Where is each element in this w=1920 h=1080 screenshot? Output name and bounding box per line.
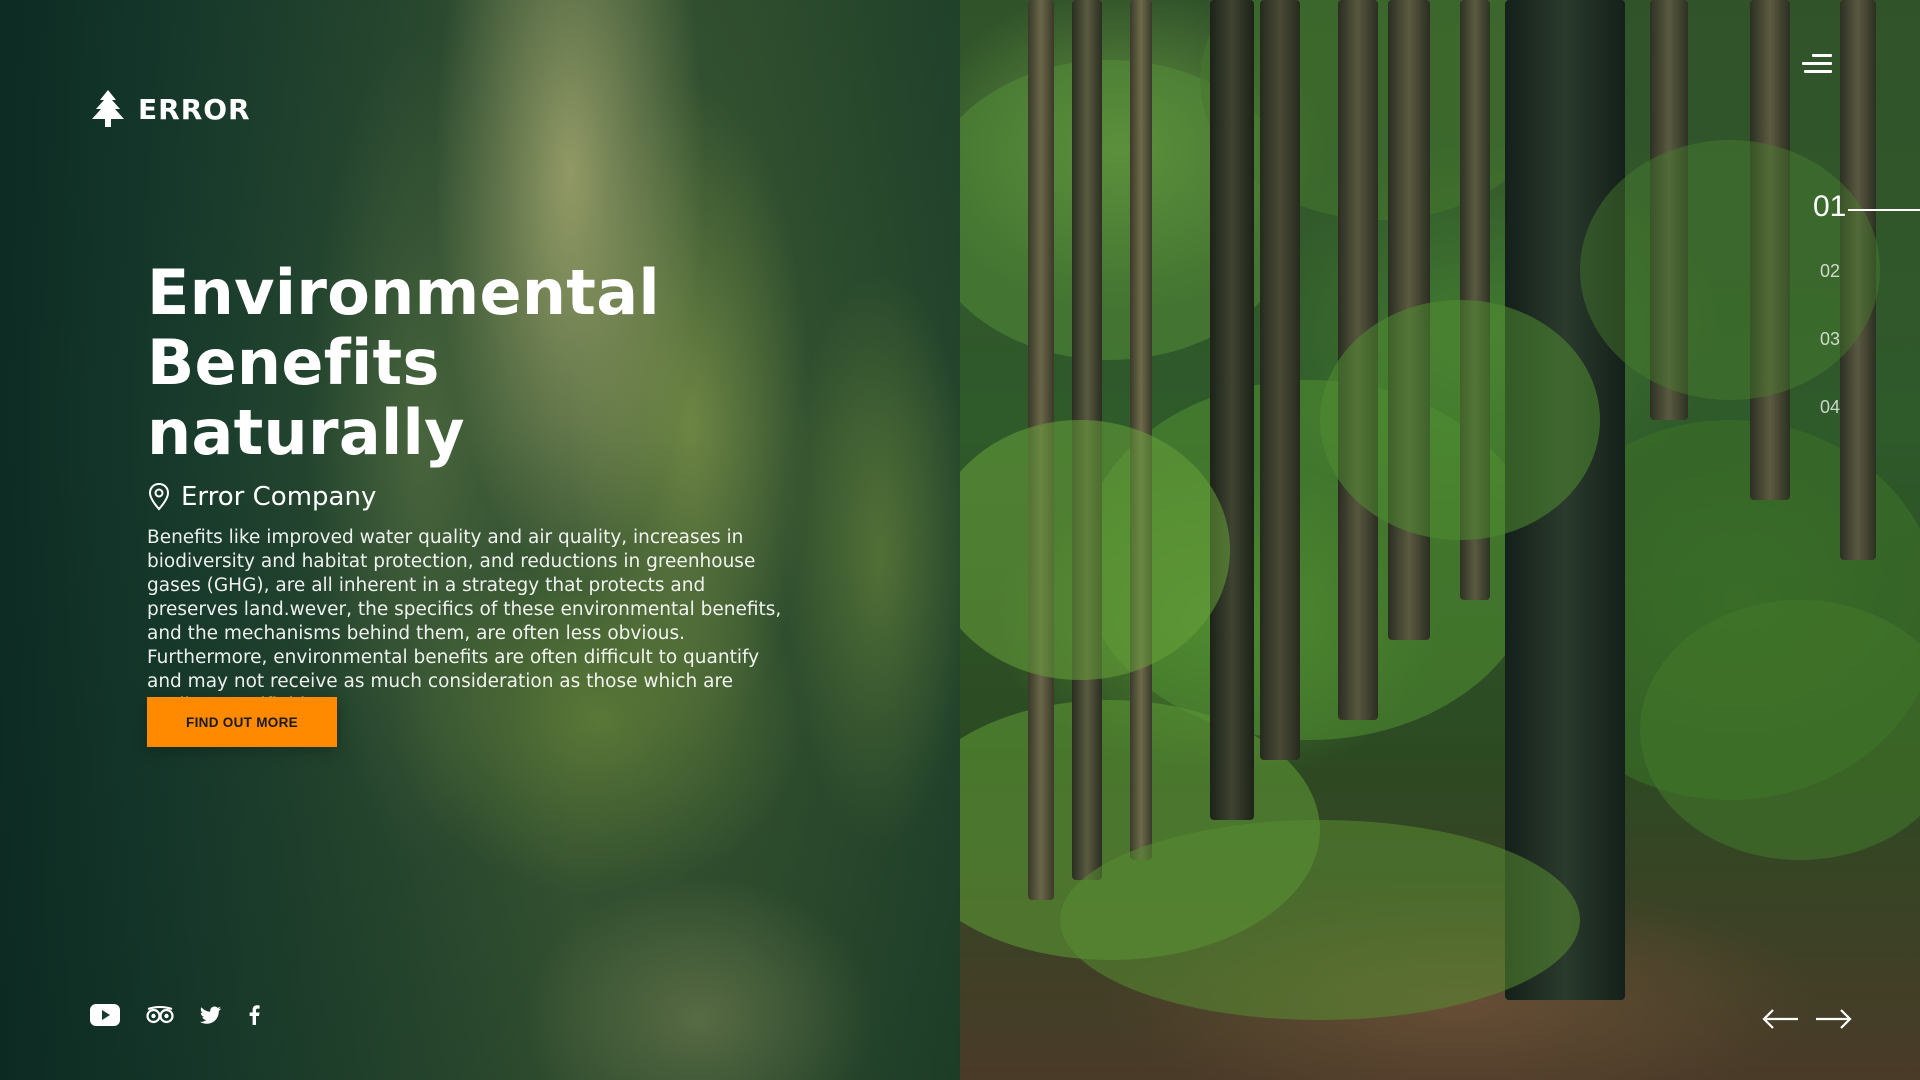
hero-title: Environmental Benefits naturally [147,258,947,468]
tripadvisor-link[interactable] [146,1006,174,1024]
location: Error Company [147,482,947,512]
slide-navigation [1760,1004,1854,1034]
social-links [90,1004,260,1026]
facebook-link[interactable] [248,1005,260,1025]
youtube-link[interactable] [90,1004,120,1026]
twitter-link[interactable] [200,1006,222,1024]
twitter-icon [200,1006,221,1024]
hero-section: Environmental Benefits naturally Error C… [147,258,947,718]
foliage [1060,820,1580,1020]
brand-logo[interactable]: ERROR [90,90,251,128]
slide-indicator-04[interactable]: 04 [1820,397,1840,418]
slide-indicator-01[interactable]: 01 [1813,190,1846,224]
tree-trunk [1260,0,1300,760]
slide-indicator-02[interactable]: 02 [1820,261,1840,282]
brand-name: ERROR [138,92,251,126]
hero-title-line-2: naturally [147,396,465,469]
location-name: Error Company [181,482,377,512]
youtube-icon [90,1004,120,1026]
pine-tree-icon [92,90,124,127]
tripadvisor-icon [146,1006,174,1024]
facebook-icon [249,1005,260,1025]
arrow-right-icon[interactable] [1814,1004,1854,1034]
active-slide-line [1848,209,1920,211]
arrow-left-icon[interactable] [1760,1004,1800,1034]
tree-trunk [1210,0,1254,820]
slide-indicator-03[interactable]: 03 [1820,329,1840,350]
map-pin-icon [148,482,170,511]
hero-description: Benefits like improved water quality and… [147,527,782,716]
foliage [1320,300,1600,540]
hamburger-menu-icon[interactable] [1798,52,1832,78]
find-out-more-button[interactable]: FIND OUT MORE [147,697,337,747]
hero-title-line-1: Environmental Benefits [147,256,660,399]
forest-photo [960,0,1920,1080]
